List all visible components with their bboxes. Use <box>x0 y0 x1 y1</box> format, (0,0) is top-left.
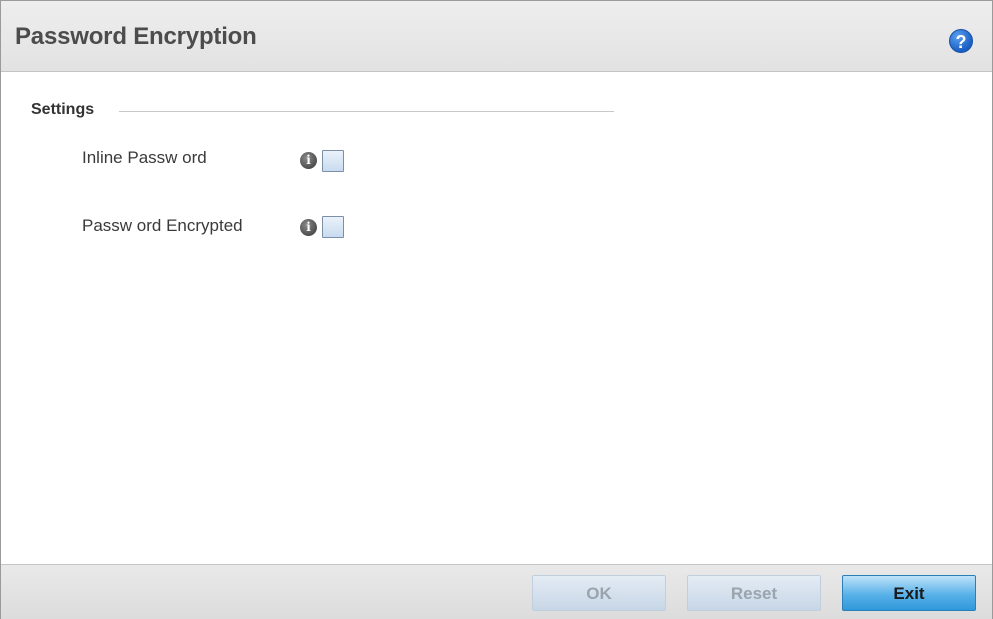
dialog-header: Password Encryption ? <box>1 1 992 72</box>
exit-button[interactable]: Exit <box>842 575 976 611</box>
inline-password-label: Inline Passw ord <box>82 148 207 167</box>
reset-button[interactable]: Reset <box>687 575 821 611</box>
inline-password-checkbox[interactable] <box>322 150 344 172</box>
info-icon[interactable]: i <box>300 219 317 236</box>
settings-section-label: Settings <box>31 101 95 118</box>
password-encrypted-checkbox[interactable] <box>322 216 344 238</box>
password-encryption-dialog: Password Encryption ? Settings Inline Pa… <box>0 0 993 619</box>
info-icon[interactable]: i <box>300 152 317 169</box>
help-question-icon[interactable]: ? <box>949 29 973 53</box>
dialog-title: Password Encryption <box>15 23 257 50</box>
dialog-footer: OK Reset Exit <box>1 564 992 619</box>
ok-button[interactable]: OK <box>532 575 666 611</box>
settings-divider <box>119 111 614 112</box>
password-encrypted-label: Passw ord Encrypted <box>82 216 243 235</box>
